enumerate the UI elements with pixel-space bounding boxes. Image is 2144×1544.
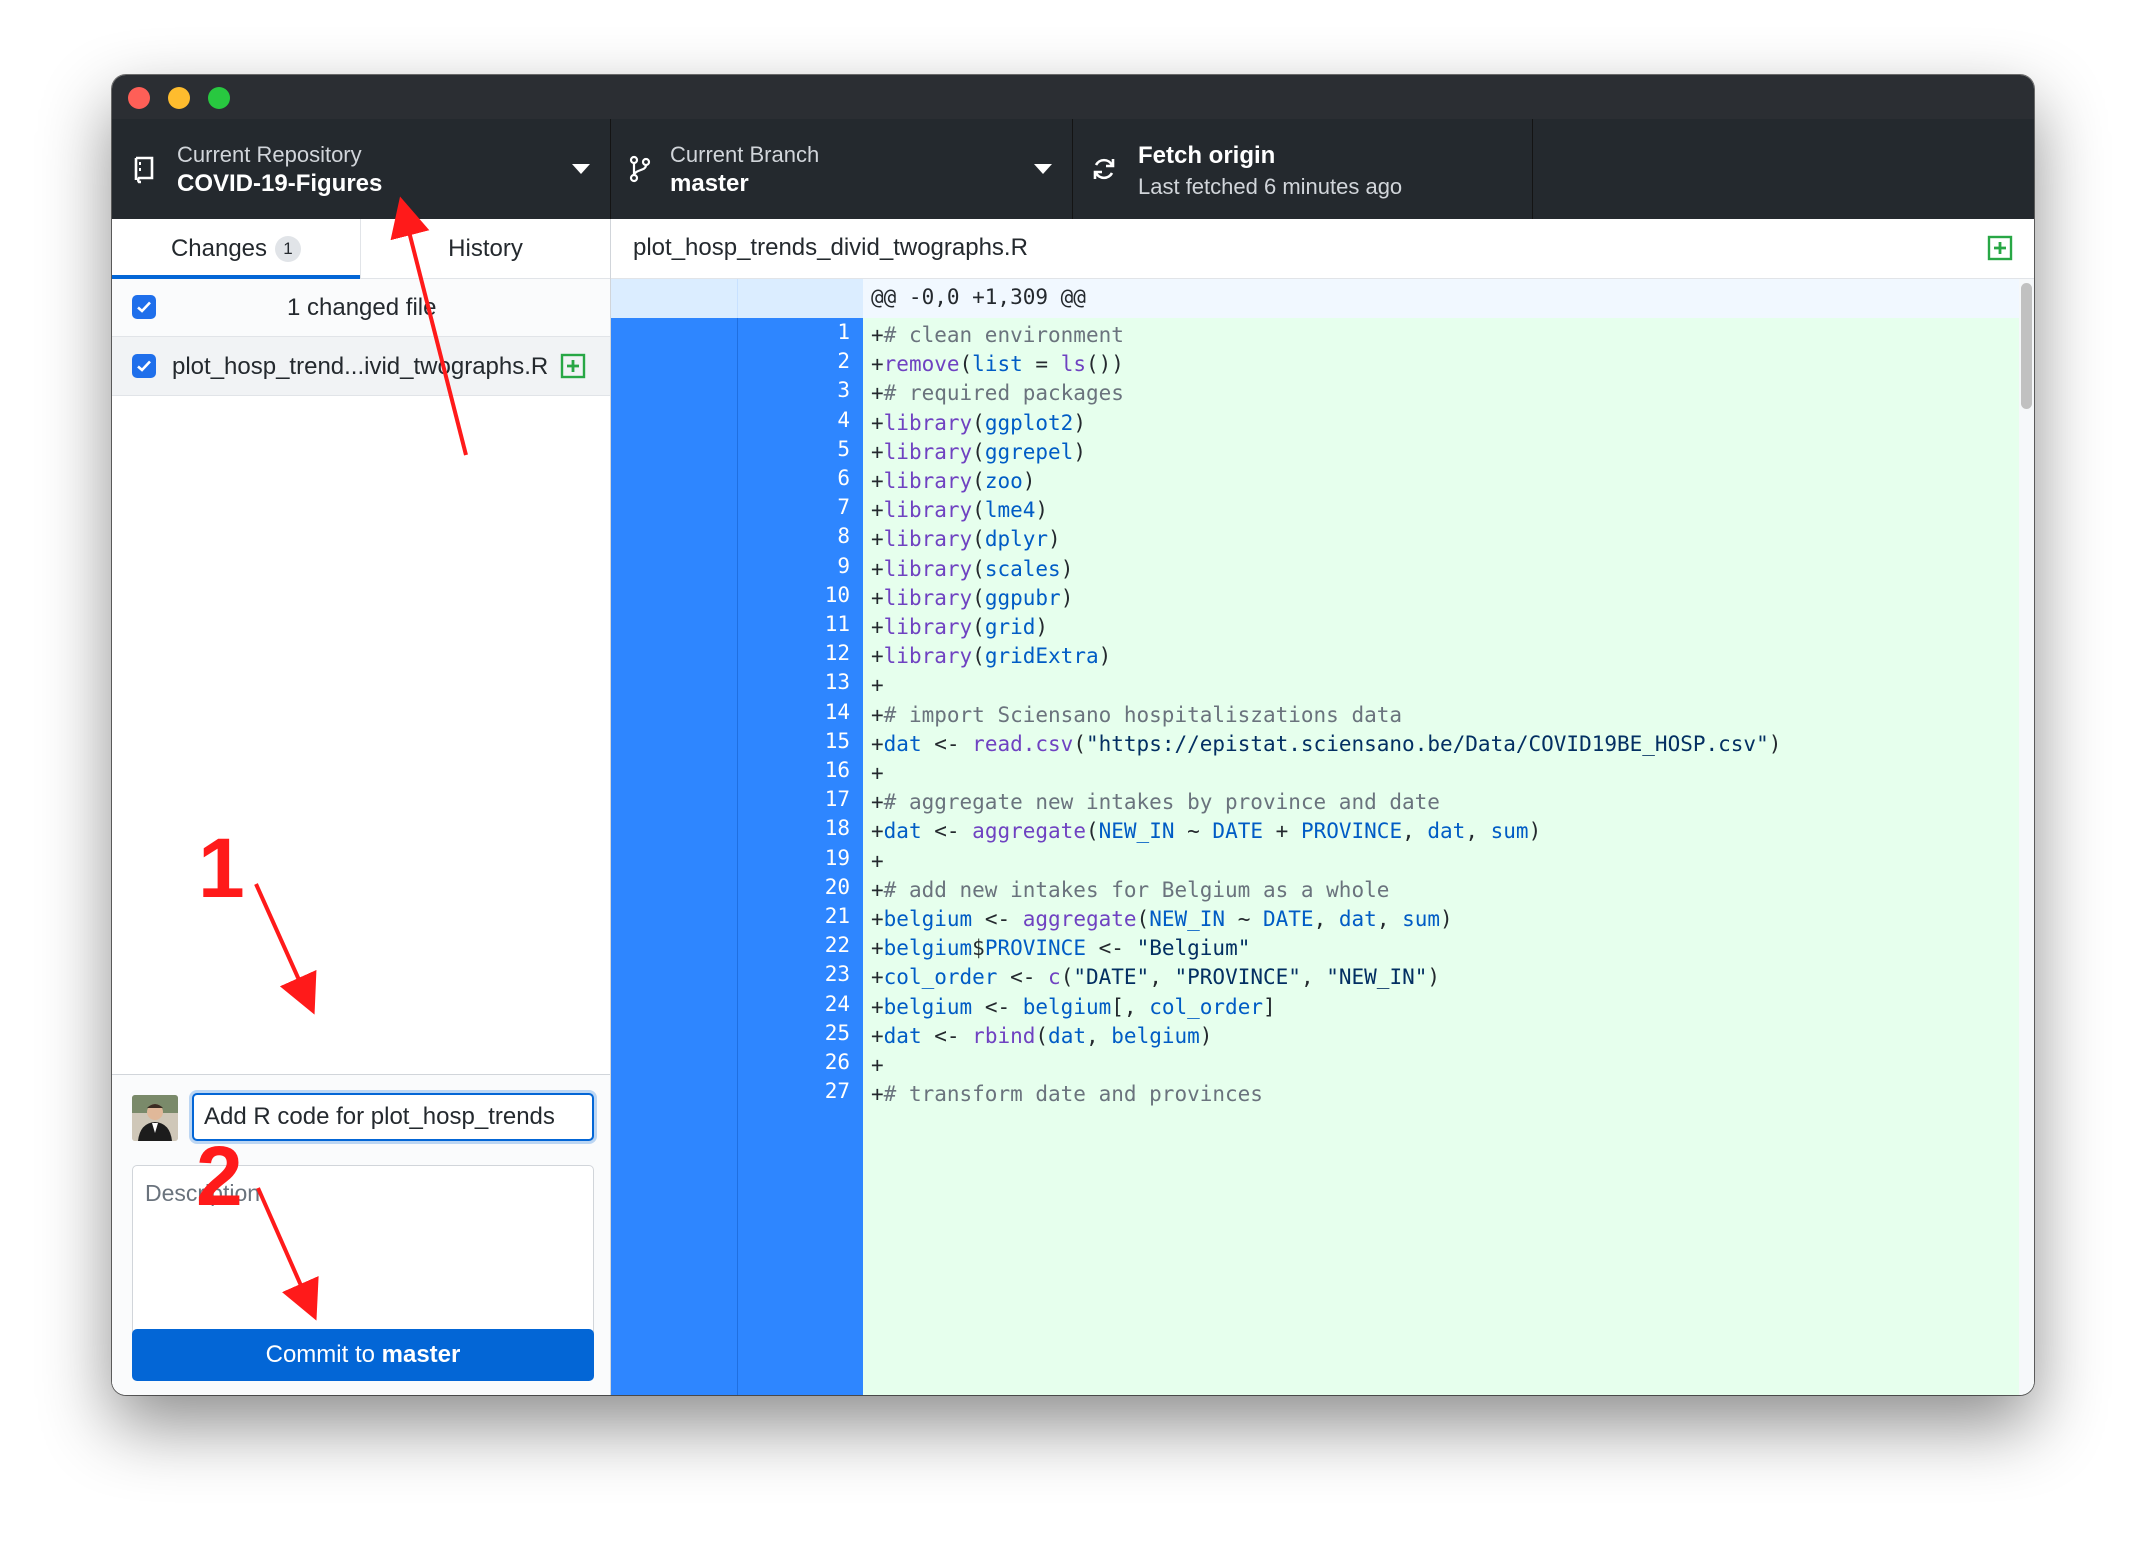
arrow-to-repository <box>390 196 468 456</box>
annotation-arrows <box>254 196 468 1321</box>
arrow-to-summary <box>254 883 317 1015</box>
arrow-to-commit <box>256 1187 319 1321</box>
